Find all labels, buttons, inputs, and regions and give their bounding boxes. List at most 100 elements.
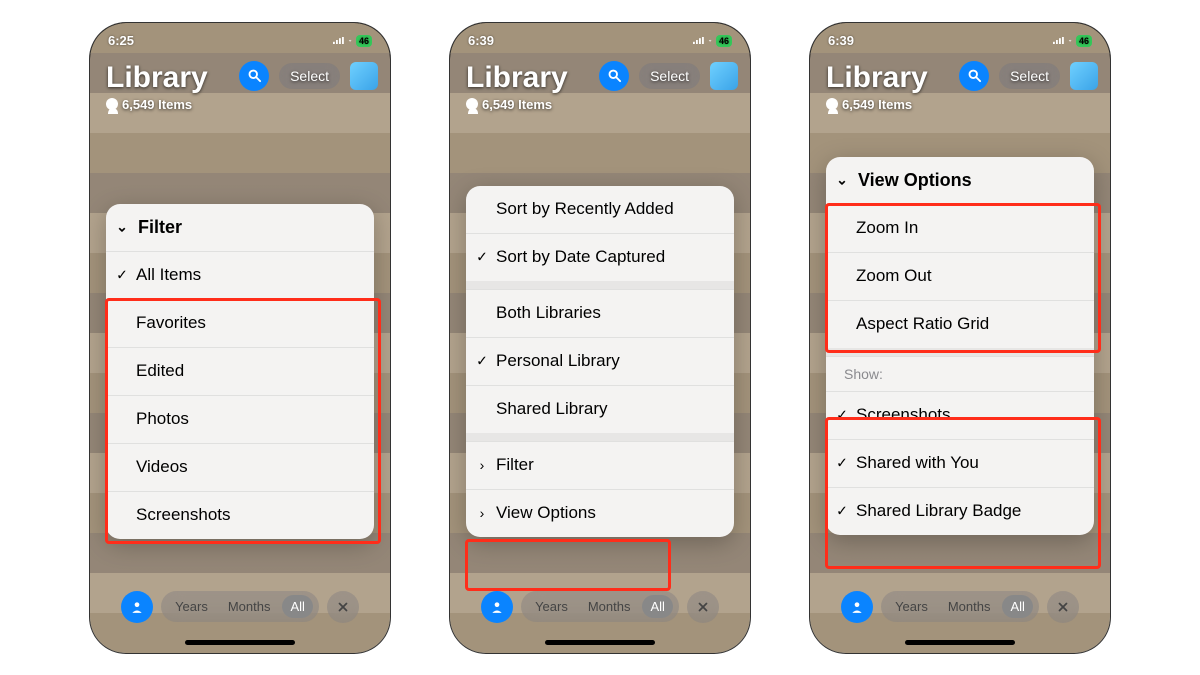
- signal-icon: [693, 37, 704, 44]
- menu-item-filter[interactable]: ›Filter: [466, 441, 734, 489]
- person-icon: [826, 98, 838, 110]
- check-icon: ✓: [834, 455, 850, 472]
- battery-badge: 46: [716, 35, 732, 47]
- menu-item-zoom-out[interactable]: Zoom Out: [826, 252, 1094, 300]
- chevron-right-icon: ›: [474, 505, 490, 521]
- menu-item-edited[interactable]: Edited: [106, 347, 374, 395]
- search-button[interactable]: [599, 61, 629, 91]
- screenshot-1: 6:25 46 Library 6,549 Items Select ⌄ Fil…: [90, 23, 390, 653]
- menu-item-aspect-grid[interactable]: Aspect Ratio Grid: [826, 300, 1094, 348]
- app-header: Library 6,549 Items Select: [90, 57, 390, 112]
- bottom-bar: Years Months All: [90, 587, 390, 627]
- seg-all[interactable]: All: [282, 595, 312, 618]
- select-button[interactable]: Select: [279, 63, 340, 89]
- status-bar: 6:39 46: [810, 31, 1110, 51]
- menu-item-sort-captured[interactable]: ✓Sort by Date Captured: [466, 233, 734, 281]
- wifi-icon: [348, 39, 352, 42]
- clock: 6:25: [108, 33, 134, 48]
- search-icon: [967, 68, 982, 83]
- seg-years[interactable]: Years: [527, 595, 576, 618]
- menu-item-sort-added[interactable]: Sort by Recently Added: [466, 186, 734, 233]
- close-button[interactable]: [687, 591, 719, 623]
- bottom-bar: Years Months All: [810, 587, 1110, 627]
- menu-item-show-screenshots[interactable]: ✓Screenshots: [826, 391, 1094, 439]
- person-icon: [106, 98, 118, 110]
- screenshot-2: 6:39 46 Library 6,549 Items Select Sort …: [450, 23, 750, 653]
- check-icon: ✓: [834, 503, 850, 520]
- menu-item-all[interactable]: ✓ All Items: [106, 251, 374, 299]
- menu-header[interactable]: ⌄ Filter: [106, 204, 374, 251]
- status-bar: 6:39 46: [450, 31, 750, 51]
- menu-item-videos[interactable]: Videos: [106, 443, 374, 491]
- close-icon: [1056, 600, 1070, 614]
- search-button[interactable]: [959, 61, 989, 91]
- close-icon: [336, 600, 350, 614]
- seg-years[interactable]: Years: [887, 595, 936, 618]
- app-header: Library 6,549 Items Select: [450, 57, 750, 112]
- seg-months[interactable]: Months: [220, 595, 279, 618]
- menu-item-both-libraries[interactable]: Both Libraries: [466, 289, 734, 337]
- check-icon: ✓: [474, 249, 490, 266]
- person-icon: [130, 600, 144, 614]
- wifi-icon: [1068, 39, 1072, 42]
- menu-item-zoom-in[interactable]: Zoom In: [826, 204, 1094, 252]
- menu-item-favorites[interactable]: Favorites: [106, 299, 374, 347]
- chevron-down-icon: ⌄: [114, 219, 130, 236]
- home-indicator: [185, 640, 295, 645]
- check-icon: ✓: [834, 407, 850, 424]
- search-icon: [247, 68, 262, 83]
- menu-header[interactable]: ⌄ View Options: [826, 157, 1094, 204]
- seg-months[interactable]: Months: [940, 595, 999, 618]
- chevron-down-icon: ⌄: [834, 172, 850, 189]
- select-button[interactable]: Select: [639, 63, 700, 89]
- wifi-icon: [708, 39, 712, 42]
- clock: 6:39: [468, 33, 494, 48]
- person-icon: [466, 98, 478, 110]
- home-indicator: [545, 640, 655, 645]
- close-button[interactable]: [327, 591, 359, 623]
- close-icon: [696, 600, 710, 614]
- people-button[interactable]: [121, 591, 153, 623]
- item-count: 6,549 Items: [826, 97, 1094, 112]
- item-count: 6,549 Items: [106, 97, 374, 112]
- screenshot-3: 6:39 46 Library 6,549 Items Select ⌄ Vie…: [810, 23, 1110, 653]
- app-header: Library 6,549 Items Select: [810, 57, 1110, 112]
- view-segment[interactable]: Years Months All: [521, 591, 679, 622]
- people-button[interactable]: [841, 591, 873, 623]
- signal-icon: [333, 37, 344, 44]
- seg-years[interactable]: Years: [167, 595, 216, 618]
- select-button[interactable]: Select: [999, 63, 1060, 89]
- search-button[interactable]: [239, 61, 269, 91]
- search-icon: [607, 68, 622, 83]
- chevron-right-icon: ›: [474, 457, 490, 473]
- battery-badge: 46: [1076, 35, 1092, 47]
- close-button[interactable]: [1047, 591, 1079, 623]
- person-icon: [490, 600, 504, 614]
- home-indicator: [905, 640, 1015, 645]
- menu-item-show-badge[interactable]: ✓Shared Library Badge: [826, 487, 1094, 535]
- menu-item-show-shared-with-you[interactable]: ✓Shared with You: [826, 439, 1094, 487]
- options-menu: Sort by Recently Added ✓Sort by Date Cap…: [466, 186, 734, 537]
- menu-item-personal-library[interactable]: ✓Personal Library: [466, 337, 734, 385]
- menu-item-view-options[interactable]: ›View Options: [466, 489, 734, 537]
- signal-icon: [1053, 37, 1064, 44]
- battery-badge: 46: [356, 35, 372, 47]
- menu-item-shared-library[interactable]: Shared Library: [466, 385, 734, 433]
- view-segment[interactable]: Years Months All: [161, 591, 319, 622]
- check-icon: ✓: [474, 353, 490, 370]
- status-bar: 6:25 46: [90, 31, 390, 51]
- seg-months[interactable]: Months: [580, 595, 639, 618]
- filter-menu: ⌄ Filter ✓ All Items Favorites Edited Ph…: [106, 204, 374, 539]
- item-count: 6,549 Items: [466, 97, 734, 112]
- section-label: Show:: [826, 356, 1094, 391]
- avatar[interactable]: [710, 62, 738, 90]
- seg-all[interactable]: All: [642, 595, 672, 618]
- menu-item-photos[interactable]: Photos: [106, 395, 374, 443]
- menu-item-screenshots[interactable]: Screenshots: [106, 491, 374, 539]
- seg-all[interactable]: All: [1002, 595, 1032, 618]
- avatar[interactable]: [1070, 62, 1098, 90]
- clock: 6:39: [828, 33, 854, 48]
- avatar[interactable]: [350, 62, 378, 90]
- view-segment[interactable]: Years Months All: [881, 591, 1039, 622]
- people-button[interactable]: [481, 591, 513, 623]
